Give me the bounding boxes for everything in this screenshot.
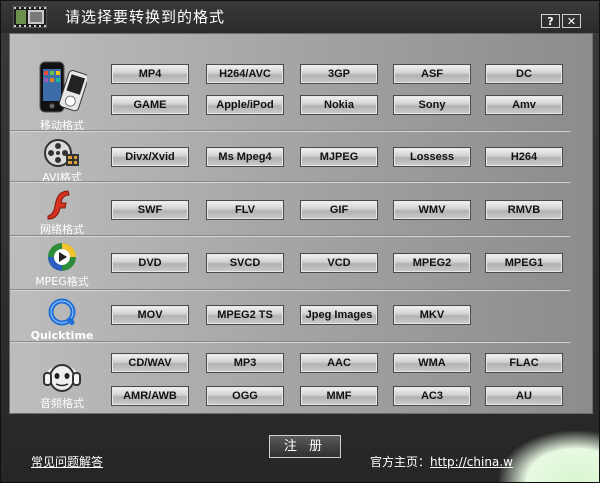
format-button-mp4[interactable]: MP4: [111, 64, 189, 84]
flash-icon: [46, 188, 78, 220]
quicktime-icon: [47, 298, 77, 328]
napster-headphones-icon: [42, 356, 82, 394]
format-button-flv[interactable]: FLV: [206, 200, 284, 220]
format-button-asf[interactable]: ASF: [393, 64, 471, 84]
category-label: MPEG格式: [35, 275, 89, 288]
mpeg-disc-icon: [46, 242, 78, 272]
format-button-wmv[interactable]: WMV: [393, 200, 471, 220]
format-button-svcd[interactable]: SVCD: [206, 253, 284, 273]
format-button-lossess[interactable]: Lossess: [393, 147, 471, 167]
format-button-mpeg1[interactable]: MPEG1: [485, 253, 563, 273]
format-button-au[interactable]: AU: [485, 386, 563, 406]
format-button-sony[interactable]: Sony: [393, 95, 471, 115]
section-divider: [10, 130, 570, 132]
format-button-gif[interactable]: GIF: [300, 200, 378, 220]
format-button-mp3[interactable]: MP3: [206, 353, 284, 373]
format-button-ms-mpeg4[interactable]: Ms Mpeg4: [206, 147, 284, 167]
section-divider: [10, 181, 570, 183]
film-strip-icon: [12, 5, 48, 29]
category-mobile: 移动格式: [16, 60, 108, 133]
category-label: 音频格式: [40, 397, 84, 410]
corner-decoration: [499, 431, 599, 482]
format-button-3gp[interactable]: 3GP: [300, 64, 378, 84]
title-bar: 请选择要转换到的格式 ? ✕: [1, 1, 599, 33]
format-button-game[interactable]: GAME: [111, 95, 189, 115]
format-button-cd-wav[interactable]: CD/WAV: [111, 353, 189, 373]
format-button-dvd[interactable]: DVD: [111, 253, 189, 273]
format-button-wma[interactable]: WMA: [393, 353, 471, 373]
homepage-label: 官方主页：: [370, 455, 431, 469]
format-button-mpeg2[interactable]: MPEG2: [393, 253, 471, 273]
format-button-ogg[interactable]: OGG: [206, 386, 284, 406]
format-button-vcd[interactable]: VCD: [300, 253, 378, 273]
format-button-mmf[interactable]: MMF: [300, 386, 378, 406]
section-divider: [10, 341, 570, 343]
category-audio: 音频格式: [16, 356, 108, 411]
category-avi: AVI格式: [16, 138, 108, 185]
format-button-flac[interactable]: FLAC: [485, 353, 563, 373]
close-button[interactable]: ✕: [562, 14, 581, 28]
register-button[interactable]: 注 册: [269, 435, 341, 458]
format-button-nokia[interactable]: Nokia: [300, 95, 378, 115]
section-divider: [10, 289, 570, 291]
window-title: 请选择要转换到的格式: [65, 8, 226, 26]
help-button[interactable]: ?: [541, 14, 560, 28]
format-button-mjpeg[interactable]: MJPEG: [300, 147, 378, 167]
format-selection-window: 请选择要转换到的格式 ? ✕ 移动格式 MP4 H264/AVC 3GP ASF…: [0, 0, 600, 483]
format-button-dc[interactable]: DC: [485, 64, 563, 84]
format-button-swf[interactable]: SWF: [111, 200, 189, 220]
format-button-amv[interactable]: Amv: [485, 95, 563, 115]
format-button-jpeg-images[interactable]: Jpeg Images: [300, 305, 378, 325]
format-button-ac3[interactable]: AC3: [393, 386, 471, 406]
format-button-rmvb[interactable]: RMVB: [485, 200, 563, 220]
format-button-divx-xvid[interactable]: Divx/Xvid: [111, 147, 189, 167]
film-reel-icon: [44, 138, 80, 168]
faq-link[interactable]: 常见问题解答: [31, 453, 103, 470]
category-quicktime: Quicktime: [16, 298, 108, 342]
format-panel: 移动格式 MP4 H264/AVC 3GP ASF DC GAME Apple/…: [9, 33, 593, 414]
format-button-mov[interactable]: MOV: [111, 305, 189, 325]
format-button-amr-awb[interactable]: AMR/AWB: [111, 386, 189, 406]
format-button-h264[interactable]: H264: [485, 147, 563, 167]
category-mpeg: MPEG格式: [16, 242, 108, 289]
mobile-phone-icon: [37, 60, 89, 116]
homepage-info: 官方主页：http://china.w: [370, 453, 513, 470]
section-divider: [10, 235, 570, 237]
category-web: 网络格式: [16, 188, 108, 237]
format-button-mkv[interactable]: MKV: [393, 305, 471, 325]
format-button-aac[interactable]: AAC: [300, 353, 378, 373]
format-button-mpeg2-ts[interactable]: MPEG2 TS: [206, 305, 284, 325]
format-button-h264-avc[interactable]: H264/AVC: [206, 64, 284, 84]
format-button-apple-ipod[interactable]: Apple/iPod: [206, 95, 284, 115]
